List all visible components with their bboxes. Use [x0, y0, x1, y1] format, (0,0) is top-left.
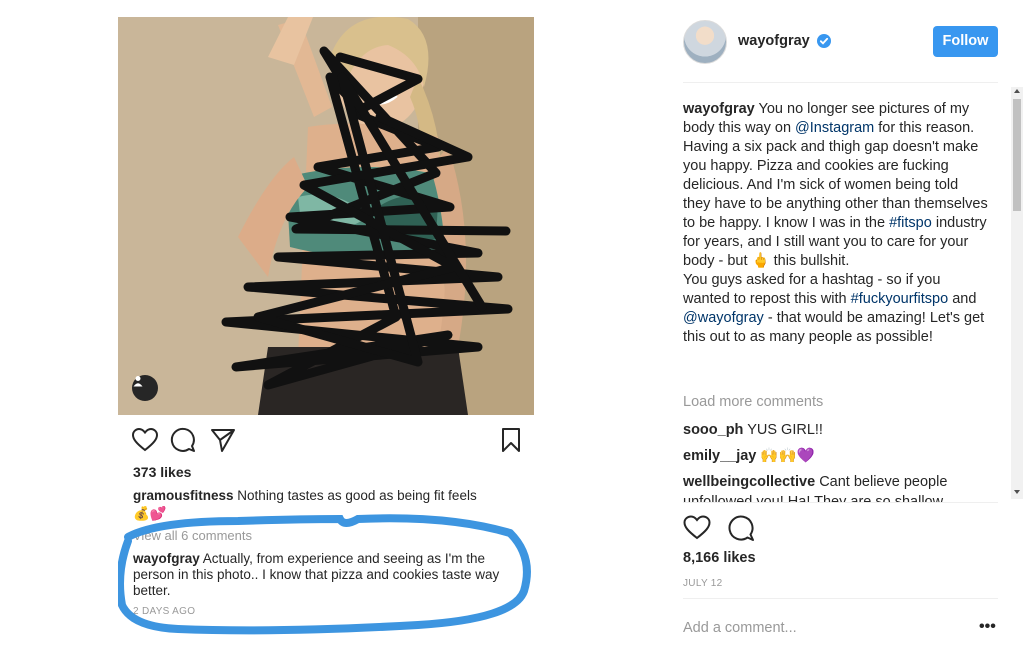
- follow-button[interactable]: Follow: [933, 26, 998, 57]
- post-date: JULY 12: [683, 578, 723, 589]
- user-tag-icon[interactable]: [132, 375, 158, 401]
- post-side-panel: wayofgray Follow wayofgray You no longer…: [683, 0, 1023, 658]
- caption-text: and: [948, 291, 977, 307]
- post-caption: wayofgray You no longer see pictures of …: [683, 100, 988, 347]
- comment-item: sooo_ph YUS GIRL!!: [683, 420, 983, 440]
- comment-username[interactable]: emily__jay: [683, 448, 756, 464]
- comment-icon[interactable]: [727, 514, 755, 542]
- load-more-comments-button[interactable]: Load more comments: [683, 394, 823, 410]
- comment-text: YUS GIRL!!: [747, 422, 823, 438]
- verified-badge-icon: [817, 34, 831, 48]
- comments-scrollbar[interactable]: [1011, 87, 1023, 499]
- embedded-action-bar: [132, 427, 522, 453]
- divider: [683, 598, 998, 599]
- avatar[interactable]: [683, 20, 727, 64]
- header-username[interactable]: wayofgray: [738, 33, 810, 49]
- scroll-down-arrow-icon[interactable]: [1014, 490, 1020, 494]
- hashtag-link[interactable]: #fuckyourfitspo: [851, 291, 949, 307]
- scrollbar-thumb[interactable]: [1013, 99, 1021, 211]
- comment-username[interactable]: sooo_ph: [683, 422, 743, 438]
- comment-username[interactable]: wellbeingcollective: [683, 474, 815, 490]
- embedded-post-screenshot: 373 likes gramousfitness Nothing tastes …: [118, 17, 534, 639]
- comment-icon[interactable]: [170, 427, 196, 453]
- instagram-post-page: 373 likes gramousfitness Nothing tastes …: [0, 0, 1023, 658]
- heart-icon[interactable]: [683, 514, 711, 542]
- add-comment-input[interactable]: Add a comment...: [683, 620, 797, 636]
- like-count[interactable]: 8,166 likes: [683, 550, 756, 566]
- photo-illustration: [118, 17, 534, 415]
- share-icon[interactable]: [210, 427, 236, 453]
- post-header: wayofgray Follow: [683, 17, 998, 83]
- person-glyph: [133, 376, 143, 387]
- action-bar: [683, 514, 783, 542]
- embedded-caption-username[interactable]: gramousfitness: [133, 488, 234, 503]
- comments-scroll-area[interactable]: wayofgray You no longer see pictures of …: [683, 84, 1005, 502]
- comment-text: 🙌🙌💜: [760, 448, 815, 464]
- embedded-like-count: 373 likes: [133, 464, 192, 480]
- divider: [683, 502, 998, 503]
- mention-link[interactable]: @Instagram: [795, 120, 874, 136]
- hashtag-link[interactable]: #fitspo: [889, 215, 932, 231]
- blue-annotation-circle: [118, 514, 531, 635]
- more-options-icon[interactable]: •••: [979, 619, 999, 636]
- mention-link[interactable]: @wayofgray: [683, 310, 764, 326]
- scroll-up-arrow-icon[interactable]: [1014, 89, 1020, 93]
- post-photo: [118, 17, 534, 415]
- heart-icon[interactable]: [132, 427, 158, 453]
- caption-username[interactable]: wayofgray: [683, 101, 755, 117]
- comment-item: emily__jay 🙌🙌💜: [683, 446, 983, 466]
- comment-item: wellbeingcollective Cant believe people …: [683, 472, 983, 502]
- bookmark-icon[interactable]: [498, 427, 524, 453]
